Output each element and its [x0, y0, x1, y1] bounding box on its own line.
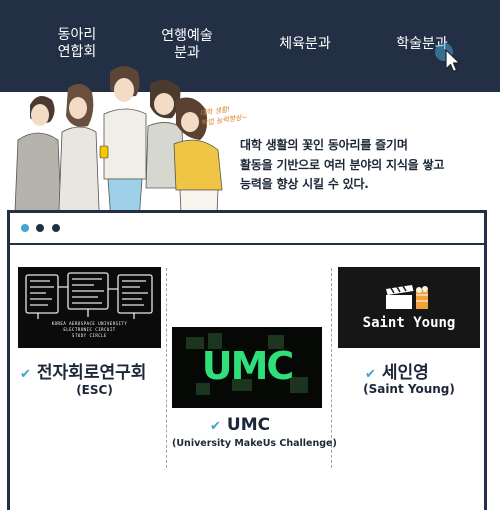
club-name-saint-young[interactable]: ✔ 세인영 — [365, 358, 429, 383]
clapperboard-icon — [338, 267, 480, 348]
students-illustration — [13, 66, 223, 235]
esc-caption: KOREA AEROSPACE UNIVERSITY — [51, 321, 128, 326]
umc-logo: UMC — [201, 344, 295, 388]
club-name-umc[interactable]: ✔ UMC — [210, 415, 270, 435]
esc-caption: STUDY CIRCLE — [72, 333, 107, 338]
mouse-cursor-icon — [435, 43, 461, 73]
hero-description-line: 능력을 향상 시킬 수 있다. — [240, 177, 369, 191]
hero-description-line: 대학 생활의 꽃인 동아리를 즐기며 — [240, 138, 408, 152]
hero-description-line: 활동을 기반으로 여러 분야의 지식을 쌓고 — [240, 157, 445, 172]
nav-item-label: 연행예술 — [161, 28, 213, 44]
nav-item-sports[interactable]: 체육분과 — [268, 36, 342, 53]
hero-description: 대학 생활의 꽃인 동아리를 즐기며 활동을 기반으로 여러 분야의 지식을 쌓… — [240, 136, 490, 195]
nav-item-label: 연합회 — [57, 44, 97, 60]
nav-item-performing-arts[interactable]: 연행예술 분과 — [150, 28, 224, 62]
saint-young-logo-text: Saint Young — [362, 315, 456, 331]
club-thumbnail-umc[interactable]: UMC — [172, 327, 322, 408]
window-dot-icon — [36, 224, 44, 232]
chevron-down-icon: ✔ — [20, 367, 31, 382]
club-subtitle-saint-young: (Saint Young) — [363, 382, 455, 396]
browser-title-bar — [10, 213, 484, 245]
club-name-label: UMC — [226, 415, 271, 435]
window-dot-icon — [21, 224, 29, 232]
nav-item-club-union[interactable]: 동아리 연합회 — [42, 27, 112, 61]
nav-item-label: 체육분과 — [279, 36, 331, 52]
club-name-label: 세인영 — [381, 363, 429, 383]
club-subtitle-umc: (University MakeUs Challenge) — [172, 438, 337, 449]
column-divider — [166, 268, 167, 468]
chevron-down-icon: ✔ — [365, 367, 376, 382]
club-subtitle-esc: (ESC) — [76, 383, 113, 397]
club-thumbnail-saint-young[interactable]: Saint Young — [338, 267, 480, 348]
esc-caption: ELECTRONIC CIRCUIT — [63, 327, 116, 332]
window-dot-icon — [52, 224, 60, 232]
nav-item-label: 동아리 — [57, 27, 97, 43]
club-thumbnail-esc[interactable]: KOREA AEROSPACE UNIVERSITY ELECTRONIC CI… — [18, 267, 161, 348]
chevron-down-icon: ✔ — [210, 419, 221, 434]
club-name-label: 전자회로연구회 — [36, 363, 147, 383]
club-name-esc[interactable]: ✔ 전자회로연구회 — [20, 358, 146, 383]
